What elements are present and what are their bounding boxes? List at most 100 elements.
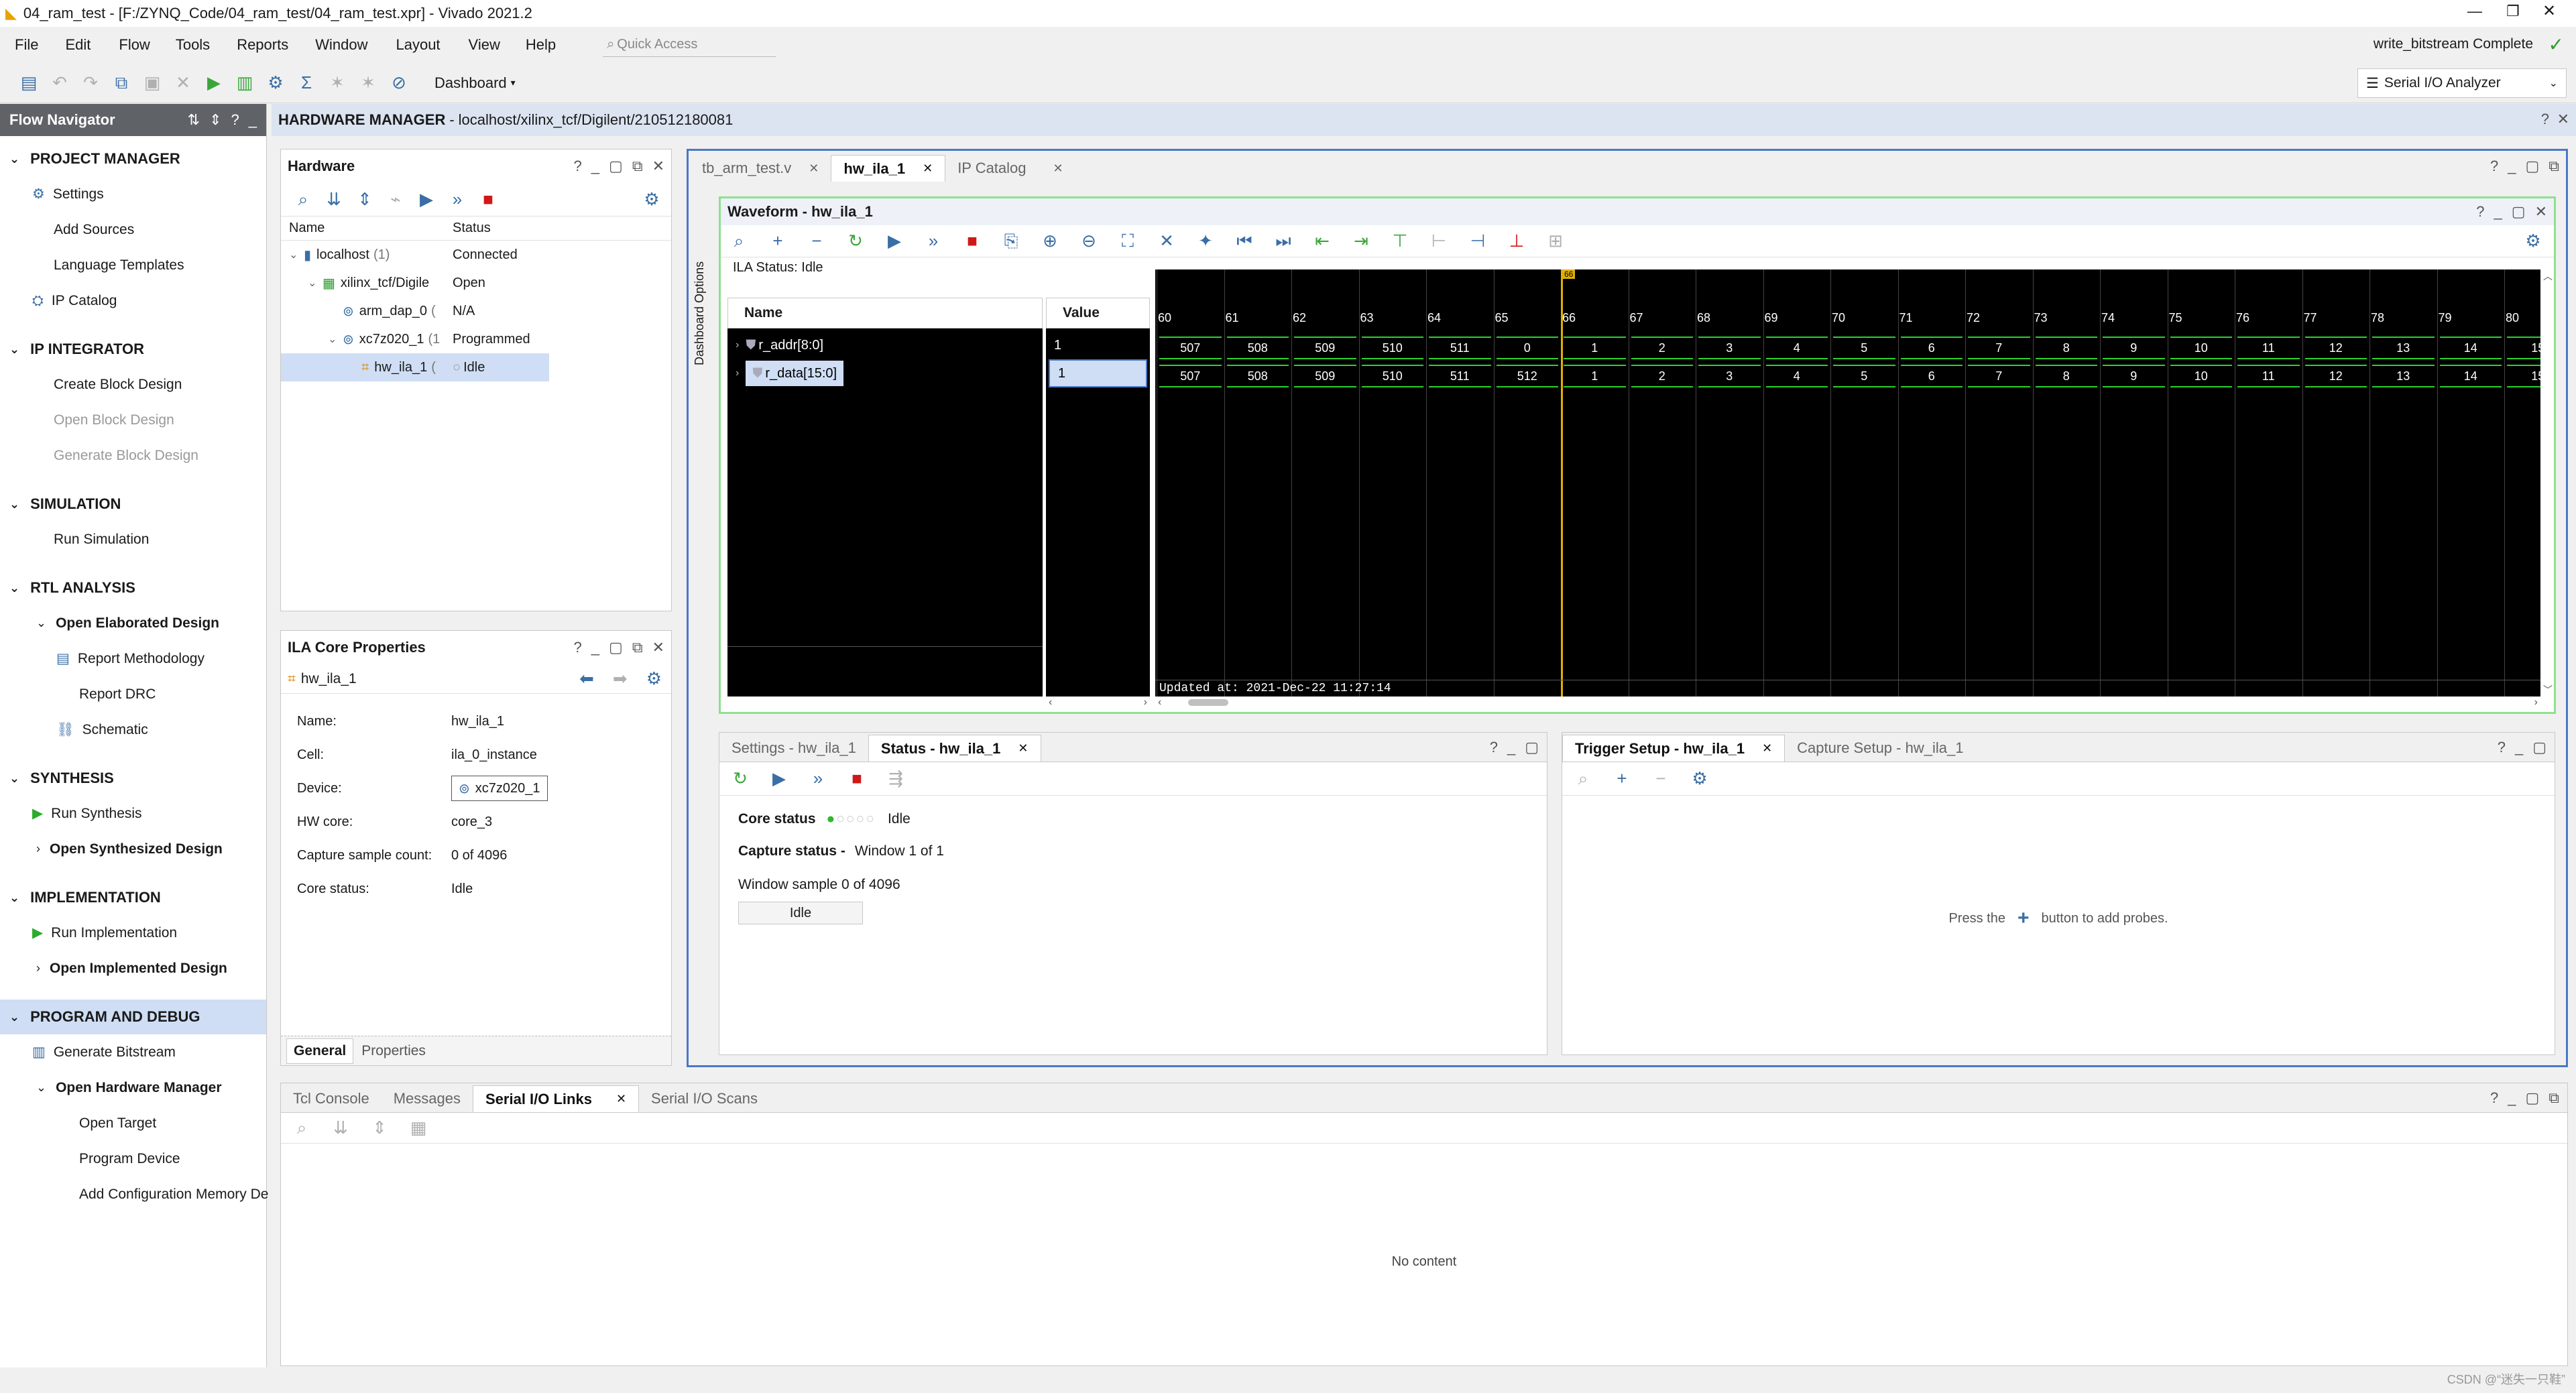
- restore-icon[interactable]: ❐: [2506, 3, 2520, 20]
- restore-panel-icon[interactable]: ▢: [609, 158, 623, 175]
- gear-icon[interactable]: ⚙: [2518, 226, 2549, 257]
- back-arrow-icon[interactable]: ⬅: [579, 668, 594, 689]
- expand-all-icon[interactable]: ⇕: [364, 1113, 395, 1144]
- menu-help[interactable]: Help: [526, 36, 556, 54]
- debug-icon[interactable]: ✶: [322, 68, 353, 99]
- nav-item-open-synthesized-design[interactable]: › Open Synthesized Design: [0, 831, 266, 867]
- minimize-panel-icon[interactable]: _: [249, 111, 257, 129]
- prev-transition-icon[interactable]: ⇤: [1307, 226, 1338, 257]
- scroll-right-icon[interactable]: ›: [1144, 696, 1147, 709]
- open-project-icon[interactable]: ▤: [13, 68, 44, 99]
- settings-gear-icon[interactable]: ⚙: [260, 68, 291, 99]
- chevron-down-icon[interactable]: ⌄: [9, 152, 19, 166]
- nav-section-rtl-analysis[interactable]: ⌄ RTL ANALYSIS: [0, 570, 266, 605]
- chevron-down-icon[interactable]: ⌄: [9, 891, 19, 905]
- minimize-panel-icon[interactable]: _: [1507, 739, 1515, 756]
- nav-item-create-block-design[interactable]: Create Block Design: [0, 367, 266, 402]
- minimize-icon[interactable]: —: [2467, 3, 2482, 20]
- layout-select[interactable]: ☰ Serial I/O Analyzer ⌄: [2357, 68, 2567, 98]
- search-icon[interactable]: ⌕: [286, 1113, 317, 1144]
- run-icon[interactable]: ▶: [198, 68, 229, 99]
- restore-panel-icon[interactable]: ▢: [1525, 739, 1539, 756]
- sigma-icon[interactable]: Σ: [291, 68, 322, 99]
- restore-panel-icon[interactable]: ▢: [2512, 203, 2526, 221]
- run-immediate-icon[interactable]: »: [918, 226, 949, 257]
- forward-arrow-icon[interactable]: ➡: [613, 668, 628, 689]
- scroll-down-icon[interactable]: ﹀: [2542, 683, 2554, 696]
- device-link[interactable]: ⊚ xc7z020_1: [451, 776, 548, 801]
- nav-item-open-implemented-design[interactable]: › Open Implemented Design: [0, 951, 266, 986]
- help-icon[interactable]: ?: [1490, 739, 1498, 756]
- float-panel-icon[interactable]: ⧉: [2549, 158, 2559, 175]
- nav-item-ip-catalog[interactable]: ⛭ IP Catalog: [0, 283, 266, 318]
- restore-panel-icon[interactable]: ▢: [2525, 158, 2539, 175]
- quick-access-search[interactable]: ⌕ Quick Access: [603, 33, 776, 57]
- dashboard-menu[interactable]: Dashboard ▾: [434, 74, 516, 92]
- float-panel-icon[interactable]: ⧉: [2549, 1089, 2559, 1107]
- close-icon[interactable]: ✕: [809, 162, 819, 176]
- scroll-thumb[interactable]: [1188, 699, 1229, 706]
- menu-file[interactable]: File: [15, 36, 38, 54]
- next-transition-icon[interactable]: ⇥: [1346, 226, 1377, 257]
- menu-view[interactable]: View: [469, 36, 500, 54]
- export-icon[interactable]: ⎘: [996, 226, 1027, 257]
- close-icon[interactable]: ✕: [923, 162, 933, 176]
- hardware-tree-row[interactable]: ⌄ ▦ xilinx_tcf/Digile Open: [281, 269, 671, 297]
- name-scrollbar[interactable]: ‹ ›: [1046, 696, 1150, 709]
- menu-reports[interactable]: Reports: [237, 36, 288, 54]
- search-icon[interactable]: ⌕: [288, 184, 318, 215]
- stop-icon[interactable]: ■: [841, 764, 872, 794]
- no-debug-icon[interactable]: ⊘: [384, 68, 414, 99]
- search-icon[interactable]: ⌕: [1568, 764, 1598, 794]
- gear-icon[interactable]: ⚙: [646, 668, 662, 689]
- nav-item-settings[interactable]: ⚙ Settings: [0, 176, 266, 212]
- nav-item-report-methodology[interactable]: ▤ Report Methodology: [0, 641, 266, 676]
- nav-item-add-sources[interactable]: Add Sources: [0, 212, 266, 247]
- help-icon[interactable]: ?: [231, 111, 239, 129]
- search-icon[interactable]: ⌕: [723, 226, 754, 257]
- tab-capture-setup[interactable]: Capture Setup - hw_ila_1: [1785, 735, 1975, 762]
- menu-flow[interactable]: Flow: [119, 36, 150, 54]
- copy-icon[interactable]: ⧉: [106, 68, 137, 99]
- nav-item-generate-block-design[interactable]: Generate Block Design: [0, 438, 266, 473]
- tab-tb-arm-test[interactable]: tb_arm_test.v ✕: [690, 155, 831, 182]
- close-icon[interactable]: ✕: [1762, 741, 1772, 755]
- minimize-panel-icon[interactable]: _: [591, 158, 599, 175]
- restore-panel-icon[interactable]: ▢: [2532, 739, 2546, 756]
- signal-row[interactable]: › ⛊ r_data[15:0]: [727, 359, 1043, 387]
- nav-item-run-implementation[interactable]: ▶ Run Implementation: [0, 915, 266, 951]
- go-first-icon[interactable]: ⏮: [1229, 226, 1260, 257]
- help-icon[interactable]: ?: [2490, 158, 2498, 175]
- tab-settings-hw-ila[interactable]: Settings - hw_ila_1: [719, 735, 868, 762]
- run-trigger-icon[interactable]: ▶: [879, 226, 910, 257]
- nav-section-synthesis[interactable]: ⌄ SYNTHESIS: [0, 761, 266, 796]
- close-icon[interactable]: ✕: [2557, 111, 2569, 128]
- close-icon[interactable]: ✕: [1018, 741, 1028, 755]
- auto-trigger-icon[interactable]: ↻: [840, 226, 871, 257]
- waveform-canvas[interactable]: 60 61 62 63 64 65 66 67 68 69 70 71 72 73 74 75 76 77 78 79…: [1155, 269, 2540, 696]
- capture-icon[interactable]: ⇶: [880, 764, 911, 794]
- nav-item-program-device[interactable]: Program Device: [0, 1141, 266, 1176]
- stop-icon[interactable]: ■: [957, 226, 988, 257]
- run-immediate-icon[interactable]: »: [803, 764, 833, 794]
- debug2-icon[interactable]: ✶: [353, 68, 384, 99]
- float-panel-icon[interactable]: ⧉: [632, 158, 643, 175]
- scroll-left-icon[interactable]: ‹: [1049, 696, 1052, 709]
- nav-item-run-simulation[interactable]: Run Simulation: [0, 522, 266, 557]
- tab-trigger-setup[interactable]: Trigger Setup - hw_ila_1 ✕: [1562, 735, 1785, 762]
- run-trigger-icon[interactable]: ▶: [764, 764, 795, 794]
- remove-icon[interactable]: −: [801, 226, 832, 257]
- adjust-icon[interactable]: ⇕: [209, 111, 221, 129]
- expand-icon[interactable]: ⌄: [36, 1081, 46, 1095]
- help-icon[interactable]: ?: [574, 158, 582, 175]
- program-icon[interactable]: ▥: [229, 68, 260, 99]
- float-panel-icon[interactable]: ⧉: [632, 639, 643, 656]
- next-marker-icon[interactable]: ⊣: [1462, 226, 1493, 257]
- nav-item-open-elaborated-design[interactable]: ⌄ Open Elaborated Design: [0, 605, 266, 641]
- waveform-hscrollbar[interactable]: ‹ ›: [1155, 696, 2540, 709]
- swap-cursors-icon[interactable]: ⊥: [1501, 226, 1532, 257]
- run-trigger-immediate-icon[interactable]: »: [442, 184, 473, 215]
- remove-probe-icon[interactable]: −: [1645, 764, 1676, 794]
- zoom-in-icon[interactable]: ⊕: [1035, 226, 1065, 257]
- tab-messages[interactable]: Messages: [382, 1085, 473, 1112]
